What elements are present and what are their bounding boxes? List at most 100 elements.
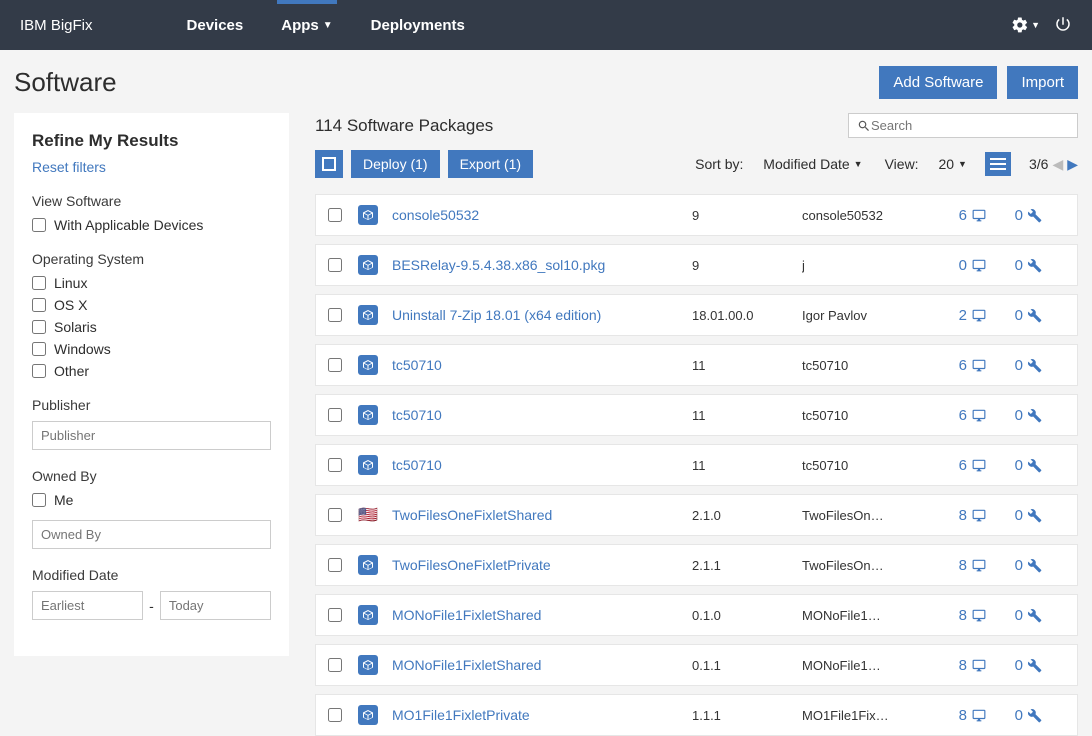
- row-checkbox[interactable]: [328, 558, 342, 572]
- tasks-count-link[interactable]: 0: [987, 357, 1042, 374]
- devices-count-link[interactable]: 6: [932, 207, 987, 224]
- os-checkbox[interactable]: Solaris: [32, 319, 271, 335]
- owned-by-me-checkbox[interactable]: Me: [32, 492, 271, 508]
- devices-count-link[interactable]: 8: [932, 507, 987, 524]
- package-name-link[interactable]: console50532: [392, 207, 692, 223]
- publisher-input[interactable]: [32, 421, 271, 450]
- date-today-input[interactable]: [160, 591, 271, 620]
- list-view-icon[interactable]: [985, 152, 1011, 176]
- package-name-link[interactable]: TwoFilesOneFixletShared: [392, 507, 692, 523]
- owned-by-label: Owned By: [32, 468, 271, 484]
- sort-value: Modified Date: [763, 156, 849, 172]
- package-icon: [358, 455, 378, 475]
- count-b: 0: [1015, 357, 1023, 374]
- page-title: Software: [14, 67, 879, 98]
- row-checkbox[interactable]: [328, 408, 342, 422]
- row-checkbox[interactable]: [328, 308, 342, 322]
- deploy-button[interactable]: Deploy (1): [351, 150, 440, 178]
- table-row: tc5071011tc5071060: [315, 444, 1078, 486]
- tasks-count-link[interactable]: 0: [987, 707, 1042, 724]
- tasks-count-link[interactable]: 0: [987, 257, 1042, 274]
- tasks-count-link[interactable]: 0: [987, 307, 1042, 324]
- nav-devices[interactable]: Devices: [183, 2, 248, 49]
- row-checkbox[interactable]: [328, 708, 342, 722]
- checkbox-label: Windows: [54, 341, 111, 357]
- publisher-cell: TwoFilesOn…: [802, 508, 932, 523]
- os-checkbox[interactable]: Windows: [32, 341, 271, 357]
- tasks-count-link[interactable]: 0: [987, 557, 1042, 574]
- tasks-count-link[interactable]: 0: [987, 607, 1042, 624]
- row-checkbox[interactable]: [328, 658, 342, 672]
- count-b: 0: [1015, 557, 1023, 574]
- pager-prev-icon[interactable]: ◀: [1052, 156, 1063, 173]
- owned-by-input[interactable]: [32, 520, 271, 549]
- package-icon: [358, 255, 378, 275]
- tasks-count-link[interactable]: 0: [987, 407, 1042, 424]
- devices-count-link[interactable]: 6: [932, 407, 987, 424]
- publisher-cell: j: [802, 258, 932, 273]
- tasks-count-link[interactable]: 0: [987, 207, 1042, 224]
- row-checkbox[interactable]: [328, 508, 342, 522]
- row-checkbox[interactable]: [328, 358, 342, 372]
- select-all-checkbox[interactable]: [315, 150, 343, 178]
- import-button[interactable]: Import: [1007, 66, 1078, 99]
- os-checkbox[interactable]: OS X: [32, 297, 271, 313]
- devices-count-link[interactable]: 8: [932, 657, 987, 674]
- version-cell: 0.1.0: [692, 608, 802, 623]
- devices-count-link[interactable]: 6: [932, 457, 987, 474]
- package-name-link[interactable]: MONoFile1FixletShared: [392, 607, 692, 623]
- page-header: Software Add Software Import: [0, 50, 1092, 113]
- tasks-count-link[interactable]: 0: [987, 507, 1042, 524]
- power-icon[interactable]: [1054, 15, 1072, 36]
- nav-deployments[interactable]: Deployments: [367, 2, 469, 49]
- sort-by-dropdown[interactable]: Modified Date▼: [763, 156, 862, 172]
- version-cell: 2.1.1: [692, 558, 802, 573]
- add-software-button[interactable]: Add Software: [879, 66, 997, 99]
- package-name-link[interactable]: tc50710: [392, 457, 692, 473]
- version-cell: 9: [692, 258, 802, 273]
- row-checkbox[interactable]: [328, 458, 342, 472]
- reset-filters-link[interactable]: Reset filters: [32, 159, 271, 175]
- pager-next-icon[interactable]: ▶: [1067, 156, 1078, 173]
- publisher-cell: Igor Pavlov: [802, 308, 932, 323]
- table-row: MONoFile1FixletShared0.1.0MONoFile1…80: [315, 594, 1078, 636]
- search-input[interactable]: [871, 118, 1069, 133]
- gear-icon[interactable]: ▼: [1011, 16, 1040, 34]
- count-b: 0: [1015, 657, 1023, 674]
- os-checkbox[interactable]: Linux: [32, 275, 271, 291]
- package-name-link[interactable]: MONoFile1FixletShared: [392, 657, 692, 673]
- row-checkbox[interactable]: [328, 208, 342, 222]
- with-applicable-devices-checkbox[interactable]: With Applicable Devices: [32, 217, 271, 233]
- software-table: console505329console5053260BESRelay-9.5.…: [315, 194, 1078, 736]
- tasks-count-link[interactable]: 0: [987, 457, 1042, 474]
- devices-count-link[interactable]: 2: [932, 307, 987, 324]
- devices-count-link[interactable]: 8: [932, 707, 987, 724]
- nav-apps[interactable]: Apps▼: [277, 2, 336, 49]
- package-name-link[interactable]: MO1File1FixletPrivate: [392, 707, 692, 723]
- package-name-link[interactable]: BESRelay-9.5.4.38.x86_sol10.pkg: [392, 257, 692, 273]
- version-cell: 9: [692, 208, 802, 223]
- table-row: BESRelay-9.5.4.38.x86_sol10.pkg9j00: [315, 244, 1078, 286]
- package-name-link[interactable]: tc50710: [392, 357, 692, 373]
- os-checkbox[interactable]: Other: [32, 363, 271, 379]
- export-button[interactable]: Export (1): [448, 150, 533, 178]
- search-box[interactable]: [848, 113, 1078, 138]
- version-cell: 11: [692, 408, 802, 423]
- table-row: console505329console5053260: [315, 194, 1078, 236]
- row-checkbox[interactable]: [328, 258, 342, 272]
- tasks-count-link[interactable]: 0: [987, 657, 1042, 674]
- package-name-link[interactable]: TwoFilesOneFixletPrivate: [392, 557, 692, 573]
- devices-count-link[interactable]: 8: [932, 557, 987, 574]
- row-checkbox[interactable]: [328, 608, 342, 622]
- sort-by-label: Sort by:: [695, 156, 743, 172]
- view-dropdown[interactable]: 20▼: [938, 156, 967, 172]
- devices-count-link[interactable]: 6: [932, 357, 987, 374]
- count-a: 2: [959, 307, 967, 324]
- package-name-link[interactable]: Uninstall 7-Zip 18.01 (x64 edition): [392, 307, 692, 323]
- count-b: 0: [1015, 507, 1023, 524]
- date-earliest-input[interactable]: [32, 591, 143, 620]
- devices-count-link[interactable]: 0: [932, 257, 987, 274]
- package-name-link[interactable]: tc50710: [392, 407, 692, 423]
- publisher-cell: MONoFile1…: [802, 658, 932, 673]
- devices-count-link[interactable]: 8: [932, 607, 987, 624]
